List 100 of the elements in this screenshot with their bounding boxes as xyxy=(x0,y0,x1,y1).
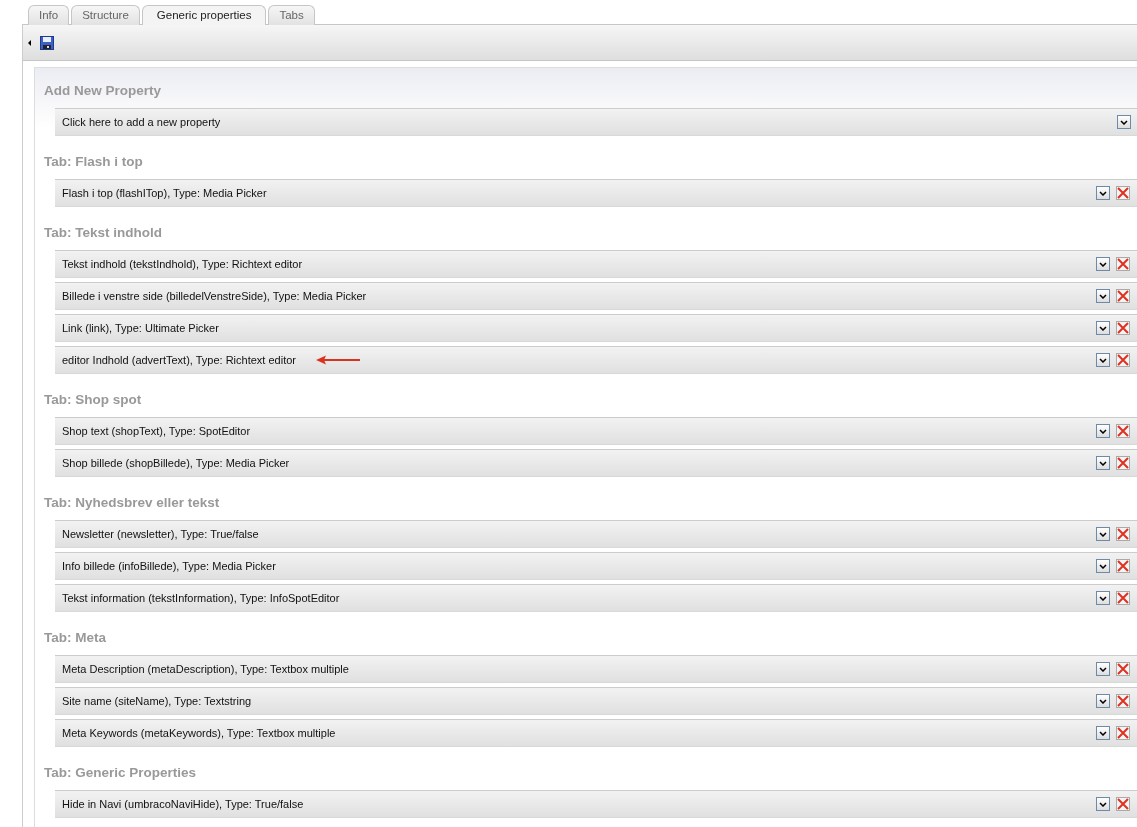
delete-button[interactable] xyxy=(1116,186,1130,200)
save-icon[interactable] xyxy=(40,35,54,50)
delete-button[interactable] xyxy=(1116,591,1130,605)
close-icon xyxy=(1117,663,1129,675)
expand-button[interactable] xyxy=(1096,353,1110,367)
property-label: Site name (siteName), Type: Textstring xyxy=(62,695,252,707)
collapse-arrow-icon[interactable] xyxy=(28,39,31,46)
close-icon xyxy=(1117,187,1129,199)
property-label: Shop text (shopText), Type: SpotEditor xyxy=(62,425,251,437)
property-label: Meta Description (metaDescription), Type: Textbox multiple xyxy=(62,663,349,675)
section-heading: Tab: Tekst indhold xyxy=(44,224,163,242)
property-label: Shop billede (shopBillede), Type: Media Picker xyxy=(62,457,290,469)
property-label: Info billede (infoBillede), Type: Media Picker xyxy=(62,560,276,572)
expand-button[interactable] xyxy=(1096,662,1110,676)
property-row[interactable]: Meta Keywords (metaKeywords), Type: Textbox multiple xyxy=(55,719,1137,747)
property-row[interactable]: Meta Description (metaDescription), Type: Textbox multiple xyxy=(55,655,1137,683)
property-row[interactable]: editor Indhold (advertText), Type: Richtext editor xyxy=(55,346,1137,374)
caret-icon xyxy=(1099,666,1107,672)
delete-button[interactable] xyxy=(1116,797,1130,811)
section-heading: Add New Property xyxy=(44,82,163,100)
property-row[interactable]: Billede i venstre side (billedelVenstreSide), Type: Media Picker xyxy=(55,282,1137,310)
expand-button[interactable] xyxy=(1096,694,1110,708)
tab[interactable]: Info xyxy=(28,5,70,25)
delete-button[interactable] xyxy=(1116,456,1130,470)
section-heading: Tab: Shop spot xyxy=(44,391,143,409)
section-heading: Tab: Flash i top xyxy=(44,153,144,171)
caret-icon xyxy=(1099,801,1107,807)
property-row[interactable]: Hide in Navi (umbracoNaviHide), Type: True/false xyxy=(55,790,1137,818)
expand-button[interactable] xyxy=(1096,289,1110,303)
caret-icon xyxy=(1099,531,1107,537)
close-icon xyxy=(1117,592,1129,604)
expand-button[interactable] xyxy=(1117,115,1131,129)
property-label: Meta Keywords (metaKeywords), Type: Textbox multiple xyxy=(62,727,336,739)
property-label: editor Indhold (advertText), Type: Richtext editor xyxy=(62,354,296,366)
property-row[interactable]: Tekst information (tekstInformation), Type: InfoSpotEditor xyxy=(55,584,1137,612)
tab[interactable]: Tabs xyxy=(268,5,315,25)
property-row[interactable]: Flash i top (flashITop), Type: Media Picker xyxy=(55,179,1137,207)
delete-button[interactable] xyxy=(1116,694,1130,708)
expand-button[interactable] xyxy=(1096,559,1110,573)
expand-button[interactable] xyxy=(1096,257,1110,271)
close-icon xyxy=(1117,258,1129,270)
close-icon xyxy=(1117,560,1129,572)
caret-icon xyxy=(1099,325,1107,331)
close-icon xyxy=(1117,727,1129,739)
property-row[interactable]: Site name (siteName), Type: Textstring xyxy=(55,687,1137,715)
caret-icon xyxy=(1099,428,1107,434)
property-row[interactable]: Newsletter (newsletter), Type: True/false xyxy=(55,520,1137,548)
property-row[interactable]: Tekst indhold (tekstIndhold), Type: Richtext editor xyxy=(55,250,1137,278)
tab[interactable]: Structure xyxy=(71,5,140,25)
property-label: Link (link), Type: Ultimate Picker xyxy=(62,322,219,334)
close-icon xyxy=(1117,798,1129,810)
delete-button[interactable] xyxy=(1116,353,1130,367)
expand-button[interactable] xyxy=(1096,527,1110,541)
caret-icon xyxy=(1099,261,1107,267)
property-label: Hide in Navi (umbracoNaviHide), Type: True/false xyxy=(62,798,304,810)
close-icon xyxy=(1117,695,1129,707)
delete-button[interactable] xyxy=(1116,257,1130,271)
property-row[interactable]: Shop text (shopText), Type: SpotEditor xyxy=(55,417,1137,445)
expand-button[interactable] xyxy=(1096,726,1110,740)
delete-button[interactable] xyxy=(1116,559,1130,573)
section-heading: Tab: Nyhedsbrev eller tekst xyxy=(44,494,221,512)
property-row[interactable]: Link (link), Type: Ultimate Picker xyxy=(55,314,1137,342)
expand-button[interactable] xyxy=(1096,321,1110,335)
property-row[interactable]: Info billede (infoBillede), Type: Media Picker xyxy=(55,552,1137,580)
caret-icon xyxy=(1099,460,1107,466)
property-label: Flash i top (flashITop), Type: Media Picker xyxy=(62,187,267,199)
close-icon xyxy=(1117,354,1129,366)
tab[interactable]: Generic properties xyxy=(141,5,267,25)
property-row[interactable]: Shop billede (shopBillede), Type: Media Picker xyxy=(55,449,1137,477)
caret-icon xyxy=(1099,563,1107,569)
expand-button[interactable] xyxy=(1096,424,1110,438)
delete-button[interactable] xyxy=(1116,726,1130,740)
delete-button[interactable] xyxy=(1116,662,1130,676)
expand-button[interactable] xyxy=(1096,456,1110,470)
property-label: Tekst information (tekstInformation), Type: InfoSpotEditor xyxy=(62,592,340,604)
caret-icon xyxy=(1099,357,1107,363)
delete-button[interactable] xyxy=(1116,289,1130,303)
close-icon xyxy=(1117,322,1129,334)
delete-button[interactable] xyxy=(1116,424,1130,438)
close-icon xyxy=(1117,457,1129,469)
property-label: Newsletter (newsletter), Type: True/false xyxy=(62,528,259,540)
caret-icon xyxy=(1099,190,1107,196)
delete-button[interactable] xyxy=(1116,527,1130,541)
expand-button[interactable] xyxy=(1096,797,1110,811)
close-icon xyxy=(1117,528,1129,540)
caret-icon xyxy=(1099,698,1107,704)
section-heading: Tab: Generic Properties xyxy=(44,764,198,782)
caret-icon xyxy=(1099,293,1107,299)
expand-button[interactable] xyxy=(1096,186,1110,200)
close-icon xyxy=(1117,290,1129,302)
expand-button[interactable] xyxy=(1096,591,1110,605)
add-property-row[interactable]: Click here to add a new property xyxy=(55,108,1137,136)
property-label: Billede i venstre side (billedelVenstreSide), Type: Media Picker xyxy=(62,290,367,302)
property-label: Tekst indhold (tekstIndhold), Type: Richtext editor xyxy=(62,258,303,270)
caret-icon xyxy=(1120,119,1128,125)
caret-icon xyxy=(1099,730,1107,736)
delete-button[interactable] xyxy=(1116,321,1130,335)
caret-icon xyxy=(1099,595,1107,601)
close-icon xyxy=(1117,425,1129,437)
section-heading: Tab: Meta xyxy=(44,629,107,647)
